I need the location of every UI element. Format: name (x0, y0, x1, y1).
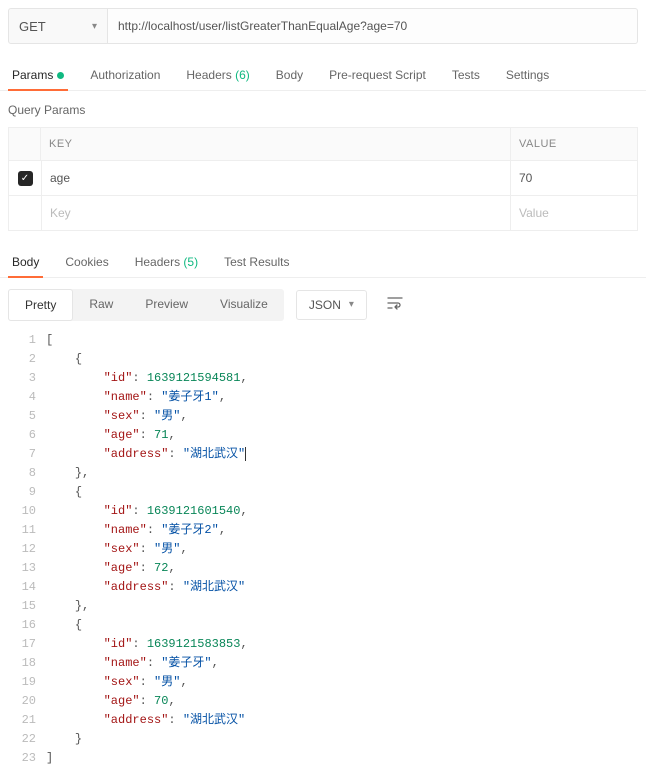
subtab-raw[interactable]: Raw (73, 289, 129, 321)
url-input[interactable] (108, 8, 638, 44)
response-tab-cookies[interactable]: Cookies (61, 247, 112, 277)
subtab-preview[interactable]: Preview (129, 289, 204, 321)
subtab-visualize[interactable]: Visualize (204, 289, 284, 321)
query-params-label: Query Params (0, 91, 646, 127)
response-body[interactable]: [ { "id": 1639121594581, "name": "姜子牙1",… (46, 331, 638, 768)
tab-tests[interactable]: Tests (448, 60, 484, 90)
param-value[interactable]: 70 (511, 161, 637, 195)
chevron-down-icon: ▾ (92, 21, 97, 32)
method-label: GET (19, 19, 46, 34)
tab-headers[interactable]: Headers (6) (182, 60, 253, 90)
tab-params[interactable]: Params (8, 60, 68, 90)
params-header-row: KEY VALUE (8, 127, 638, 161)
chevron-down-icon: ▾ (349, 299, 354, 310)
tab-prerequest[interactable]: Pre-request Script (325, 60, 430, 90)
method-select[interactable]: GET ▾ (8, 8, 108, 44)
tab-settings[interactable]: Settings (502, 60, 553, 90)
tab-body[interactable]: Body (272, 60, 307, 90)
subtab-pretty[interactable]: Pretty (8, 289, 73, 321)
modified-dot-icon (57, 72, 64, 79)
param-key-placeholder[interactable]: Key (41, 196, 511, 230)
param-value-placeholder[interactable]: Value (511, 196, 637, 230)
view-mode-group: Pretty Raw Preview Visualize (8, 289, 284, 321)
response-tab-headers[interactable]: Headers (5) (131, 247, 202, 277)
response-tab-body[interactable]: Body (8, 247, 43, 277)
row-checkbox[interactable]: ✓ (18, 171, 33, 186)
headers-count: (6) (235, 68, 250, 82)
format-select[interactable]: JSON ▾ (296, 290, 367, 320)
line-gutter: 1234567891011121314151617181920212223 (8, 331, 46, 768)
response-headers-count: (5) (183, 255, 198, 269)
wrap-text-icon[interactable] (377, 288, 413, 321)
params-row-empty: Key Value (8, 196, 638, 231)
param-key[interactable]: age (41, 161, 511, 195)
params-row: ✓ age 70 (8, 161, 638, 196)
response-tab-test-results[interactable]: Test Results (220, 247, 293, 277)
key-header: KEY (41, 128, 511, 160)
value-header: VALUE (511, 128, 637, 160)
tab-authorization[interactable]: Authorization (86, 60, 164, 90)
